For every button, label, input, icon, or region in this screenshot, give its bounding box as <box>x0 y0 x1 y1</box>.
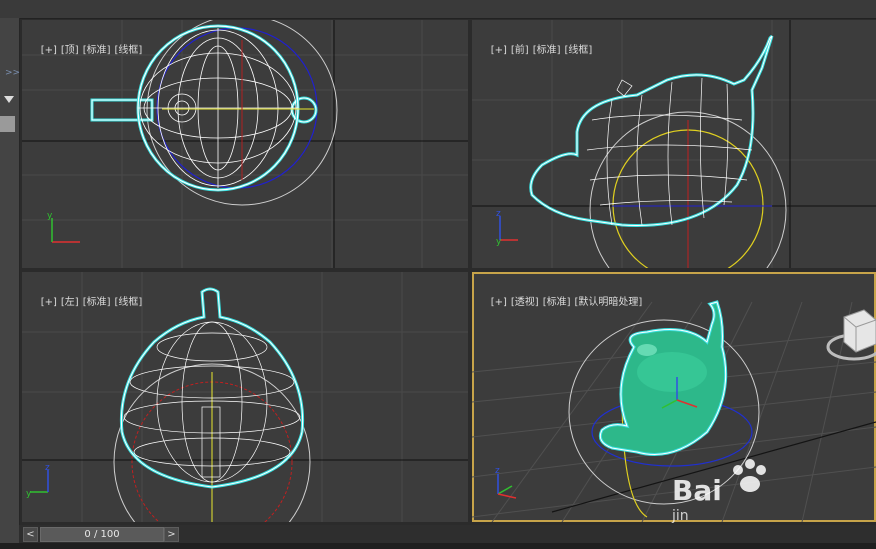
viewport-left-label[interactable]: [+] [左] [标准] [线框] <box>28 282 146 319</box>
viewport-shading-mode[interactable]: [标准] <box>83 297 111 308</box>
viewport-menu-plus[interactable]: [+] <box>491 45 507 56</box>
axis-y-label: y <box>496 237 502 247</box>
top-toolbar <box>0 0 876 19</box>
viewport-shading-mode[interactable]: [标准] <box>543 297 571 308</box>
viewport-left[interactable]: z y [+] [左] [标准] [线框] <box>22 272 468 522</box>
viewcube-icon[interactable] <box>826 309 876 361</box>
axis-z-label: z <box>45 463 50 473</box>
viewport-view-name[interactable]: [透视] <box>511 297 539 308</box>
watermark-brand: Bai <box>672 474 722 507</box>
next-frame-button[interactable]: > <box>164 527 179 542</box>
axis-y-label: y <box>47 211 53 221</box>
viewport-top-label[interactable]: [+] [顶] [标准] [线框] <box>28 30 146 67</box>
viewport-front[interactable]: z y [+] [前] [标准] [线框] <box>472 20 876 268</box>
viewport-display-mode[interactable]: [线框] <box>115 297 143 308</box>
axis-z-label: z <box>495 466 500 476</box>
viewport-display-mode[interactable]: [线框] <box>565 45 593 56</box>
viewport-view-name[interactable]: [顶] <box>61 45 79 56</box>
viewport-front-label[interactable]: [+] [前] [标准] [线框] <box>478 30 596 67</box>
baidu-watermark: Bai jin <box>672 459 792 530</box>
viewport-view-name[interactable]: [前] <box>511 45 529 56</box>
expand-arrows-icon[interactable]: >> <box>5 68 20 78</box>
viewport-top[interactable]: y [+] [顶] [标准] [线框] <box>22 20 468 268</box>
paw-logo-icon <box>733 459 766 492</box>
viewport-menu-plus[interactable]: [+] <box>491 297 507 308</box>
viewport-view-name[interactable]: [左] <box>61 297 79 308</box>
viewport-menu-plus[interactable]: [+] <box>41 297 57 308</box>
command-strip: >> <box>0 18 20 549</box>
prev-frame-button[interactable]: < <box>23 527 38 542</box>
viewport-perspective-label[interactable]: [+] [透视] [标准] [默认明暗处理] <box>478 282 646 319</box>
viewport-display-mode[interactable]: [默认明暗处理] <box>575 297 643 308</box>
dropdown-triangle-icon[interactable] <box>4 96 14 103</box>
axis-y-label: y <box>26 489 32 499</box>
time-slider[interactable]: 0 / 100 <box>40 527 164 542</box>
viewport-shading-mode[interactable]: [标准] <box>533 45 561 56</box>
viewport-display-mode[interactable]: [线框] <box>115 45 143 56</box>
viewport-shading-mode[interactable]: [标准] <box>83 45 111 56</box>
viewport-menu-plus[interactable]: [+] <box>41 45 57 56</box>
strip-button[interactable] <box>0 116 15 132</box>
track-bar[interactable] <box>0 543 876 549</box>
watermark-sub: jin <box>672 508 689 524</box>
axis-z-label: z <box>496 209 501 219</box>
